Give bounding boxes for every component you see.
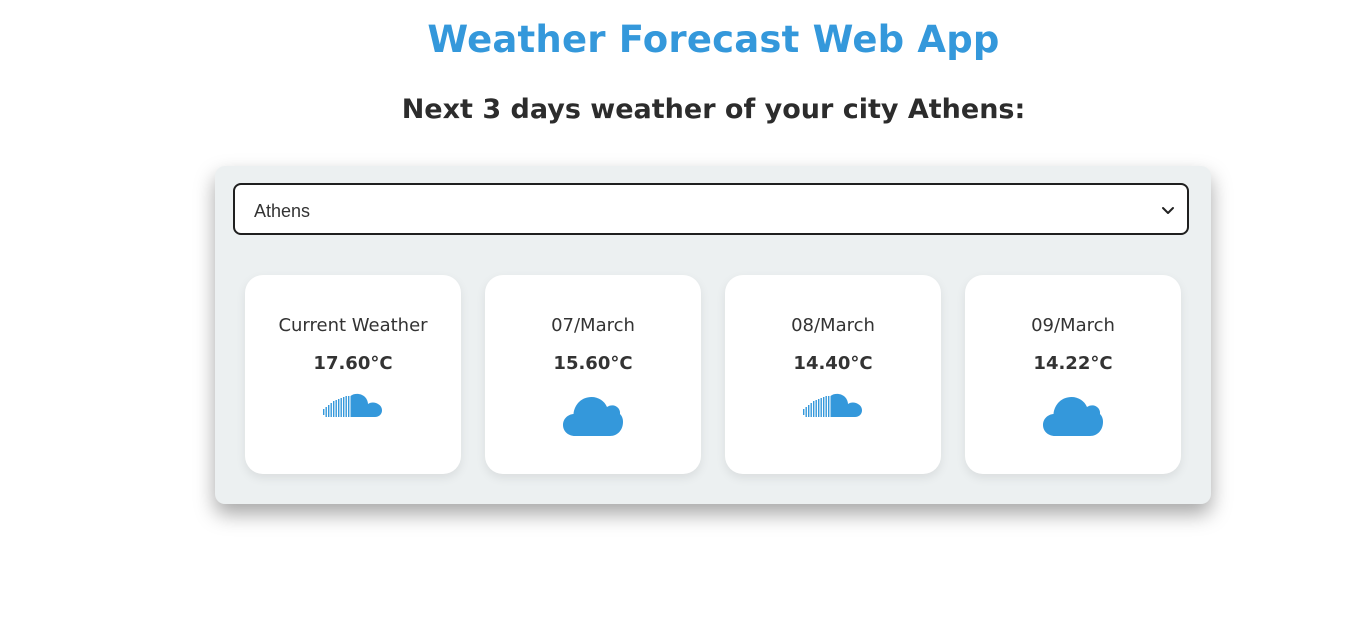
forecast-cards: Current Weather 17.60°C 07/March 15.60°C… (245, 275, 1181, 474)
soundcloud-cloud-icon (323, 393, 382, 417)
city-select-value: Athens (254, 201, 311, 221)
forecast-card: 09/March 14.22°C (965, 275, 1181, 474)
forecast-temperature: 14.40°C (793, 353, 873, 374)
forecast-day-label: 08/March (791, 315, 875, 336)
page-subtitle: Next 3 days weather of your city Athens: (401, 94, 1026, 125)
forecast-card: 07/March 15.60°C (485, 275, 701, 474)
forecast-card: 08/March 14.40°C (725, 275, 941, 474)
forecast-card: Current Weather 17.60°C (245, 275, 461, 474)
soundcloud-cloud-icon (803, 393, 862, 417)
forecast-day-label: Current Weather (278, 315, 428, 336)
forecast-temperature: 14.22°C (1033, 353, 1113, 374)
forecast-day-label: 07/March (551, 315, 635, 336)
weather-panel: Athens Current Weather 17.60°C 07/March … (215, 166, 1211, 504)
page-title: Weather Forecast Web App (427, 18, 1000, 61)
city-select[interactable]: Athens (233, 183, 1189, 235)
cloud-icon (1043, 397, 1103, 436)
cloud-icon (563, 397, 623, 436)
forecast-temperature: 17.60°C (313, 353, 393, 374)
chevron-down-icon (1162, 207, 1174, 214)
forecast-temperature: 15.60°C (553, 353, 633, 374)
forecast-day-label: 09/March (1031, 315, 1115, 336)
